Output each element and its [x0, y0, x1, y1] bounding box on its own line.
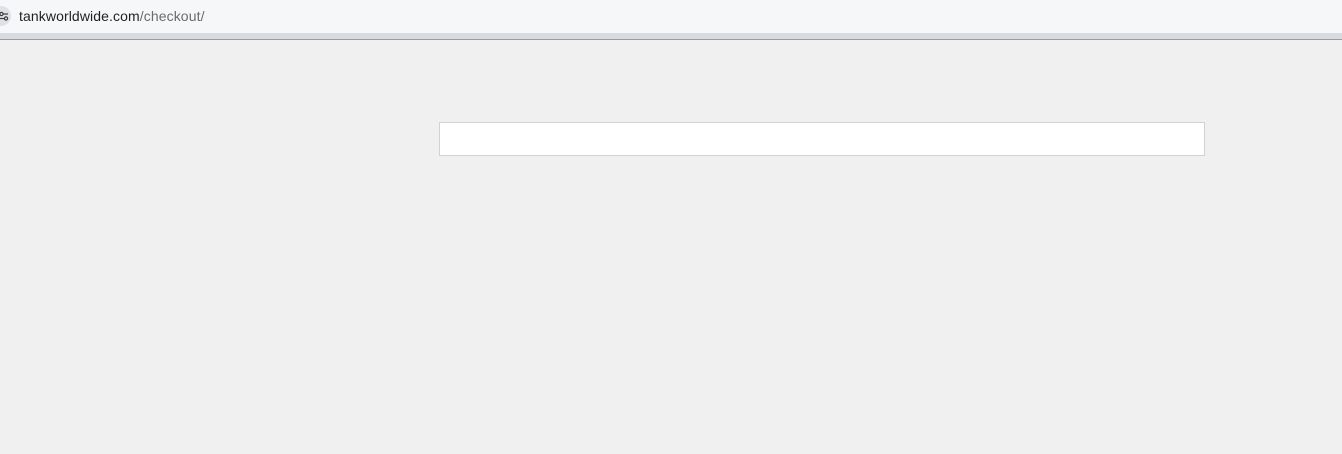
checkout-loading-box	[439, 122, 1205, 156]
url-path: /checkout/	[139, 8, 205, 24]
browser-toolbar-divider	[0, 33, 1342, 40]
url-host: tankworldwide.com	[19, 8, 140, 24]
url-field[interactable]: tankworldwide.com/checkout/	[19, 8, 205, 25]
browser-address-bar: tankworldwide.com/checkout/	[0, 0, 1342, 33]
site-info-tune-icon[interactable]	[0, 6, 11, 26]
checkout-page	[0, 40, 1342, 454]
tune-icon	[0, 11, 9, 21]
